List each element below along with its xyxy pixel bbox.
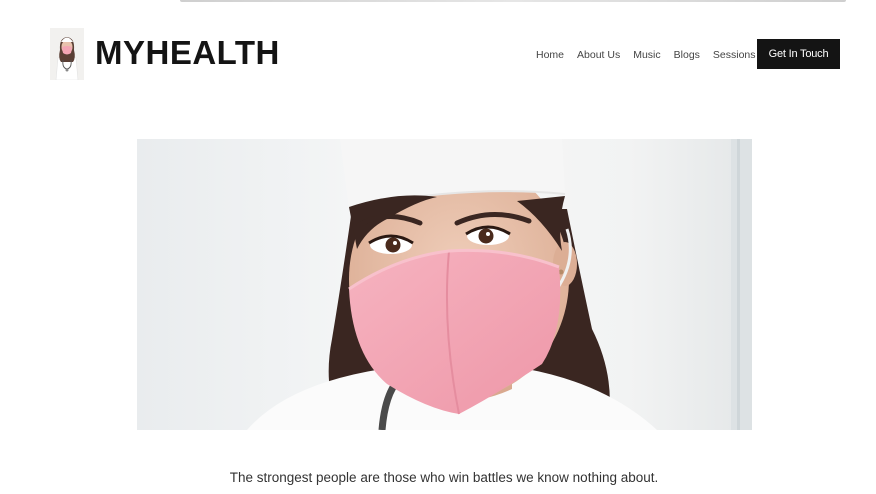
brand-name[interactable]: MYHEALTH	[95, 33, 280, 73]
site-header: MYHEALTH Home About Us Music Blogs Sessi…	[0, 0, 876, 110]
hero-quote: The strongest people are those who win b…	[229, 470, 659, 485]
hero-image	[137, 139, 752, 430]
nav-item-music[interactable]: Music	[633, 47, 660, 63]
nav-item-home[interactable]: Home	[536, 47, 564, 63]
logo-image[interactable]	[50, 28, 84, 80]
get-in-touch-button[interactable]: Get In Touch	[757, 39, 840, 69]
nav-item-sessions[interactable]: Sessions	[713, 47, 756, 63]
main-nav: Home About Us Music Blogs Sessions	[536, 47, 756, 63]
nav-item-blogs[interactable]: Blogs	[674, 47, 700, 63]
nav-item-about-us[interactable]: About Us	[577, 47, 620, 63]
